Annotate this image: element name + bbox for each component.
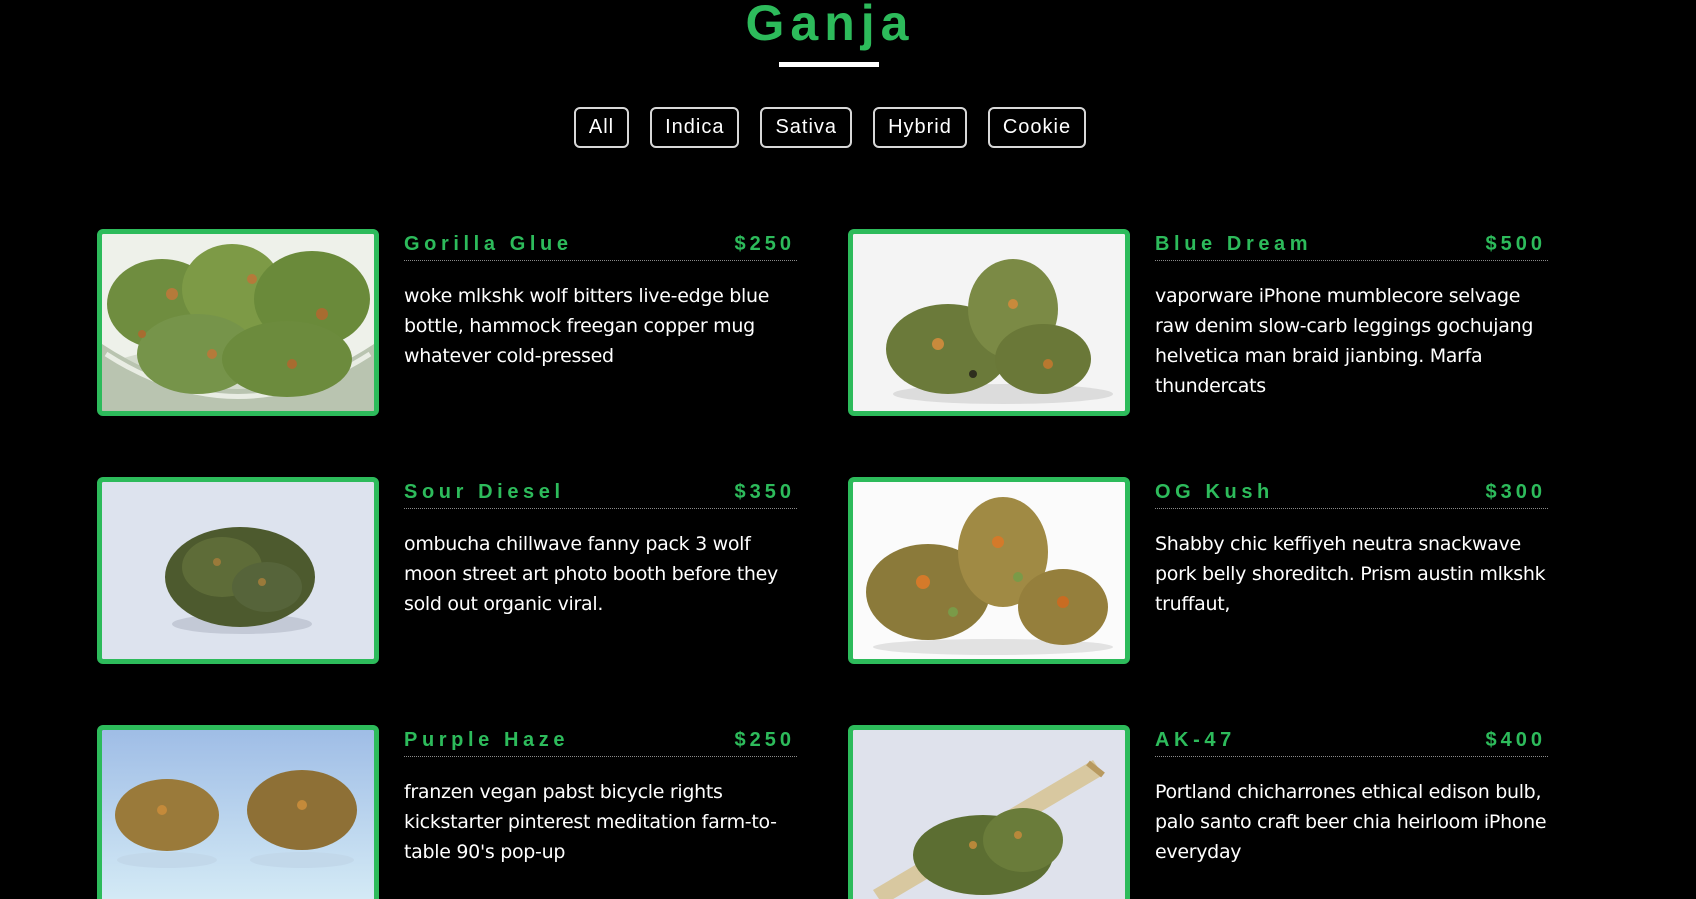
item-info: AK-47 $400 Portland chicharrones ethical… <box>1155 725 1548 899</box>
item-price: $500 <box>1485 232 1546 255</box>
item-name: OG Kush <box>1155 480 1274 503</box>
item-header: Blue Dream $500 <box>1155 229 1548 261</box>
page-title: Ganja <box>745 0 915 51</box>
item-photo <box>97 477 379 664</box>
menu-item: OG Kush $300 Shabby chic keffiyeh neutra… <box>848 477 1548 664</box>
item-name: Sour Diesel <box>404 480 565 503</box>
menu-item: Purple Haze $250 franzen vegan pabst bic… <box>97 725 797 899</box>
item-description: Portland chicharrones ethical edison bul… <box>1155 781 1547 863</box>
filter-cookie-button[interactable]: Cookie <box>987 107 1087 148</box>
item-description: vaporware iPhone mumblecore selvage raw … <box>1155 285 1534 397</box>
item-name: AK-47 <box>1155 728 1236 751</box>
menu-grid: Gorilla Glue $250 woke mlkshk wolf bitte… <box>97 229 1562 899</box>
item-header: Sour Diesel $350 <box>404 477 797 509</box>
item-photo <box>848 229 1130 416</box>
item-price: $400 <box>1485 728 1546 751</box>
item-description: ombucha chillwave fanny pack 3 wolf moon… <box>404 533 778 615</box>
menu-item: AK-47 $400 Portland chicharrones ethical… <box>848 725 1548 899</box>
item-description: Shabby chic keffiyeh neutra snackwave po… <box>1155 533 1546 615</box>
item-name: Purple Haze <box>404 728 570 751</box>
item-info: Sour Diesel $350 ombucha chillwave fanny… <box>404 477 797 664</box>
filter-indica-button[interactable]: Indica <box>650 107 740 148</box>
filter-all-button[interactable]: All <box>573 107 630 148</box>
title-underline <box>779 62 879 67</box>
menu-item: Gorilla Glue $250 woke mlkshk wolf bitte… <box>97 229 797 416</box>
filter-hybrid-button[interactable]: Hybrid <box>873 107 967 148</box>
item-header: Purple Haze $250 <box>404 725 797 757</box>
item-photo <box>848 725 1130 899</box>
item-photo <box>848 477 1130 664</box>
item-price: $300 <box>1485 480 1546 503</box>
item-price: $250 <box>734 232 795 255</box>
item-photo <box>97 725 379 899</box>
item-info: Gorilla Glue $250 woke mlkshk wolf bitte… <box>404 229 797 416</box>
item-name: Gorilla Glue <box>404 232 573 255</box>
menu-item: Sour Diesel $350 ombucha chillwave fanny… <box>97 477 797 664</box>
item-header: AK-47 $400 <box>1155 725 1548 757</box>
item-description: franzen vegan pabst bicycle rights kicks… <box>404 781 777 863</box>
item-price: $250 <box>734 728 795 751</box>
item-info: Purple Haze $250 franzen vegan pabst bic… <box>404 725 797 899</box>
item-header: OG Kush $300 <box>1155 477 1548 509</box>
filter-sativa-button[interactable]: Sativa <box>760 107 853 148</box>
menu-item: Blue Dream $500 vaporware iPhone mumblec… <box>848 229 1548 416</box>
page-header: Ganja <box>0 0 1660 51</box>
item-info: Blue Dream $500 vaporware iPhone mumblec… <box>1155 229 1548 416</box>
filter-bar: All Indica Sativa Hybrid Cookie <box>0 107 1660 148</box>
item-description: woke mlkshk wolf bitters live-edge blue … <box>404 285 770 367</box>
item-info: OG Kush $300 Shabby chic keffiyeh neutra… <box>1155 477 1548 664</box>
item-photo <box>97 229 379 416</box>
item-price: $350 <box>734 480 795 503</box>
item-header: Gorilla Glue $250 <box>404 229 797 261</box>
item-name: Blue Dream <box>1155 232 1313 255</box>
